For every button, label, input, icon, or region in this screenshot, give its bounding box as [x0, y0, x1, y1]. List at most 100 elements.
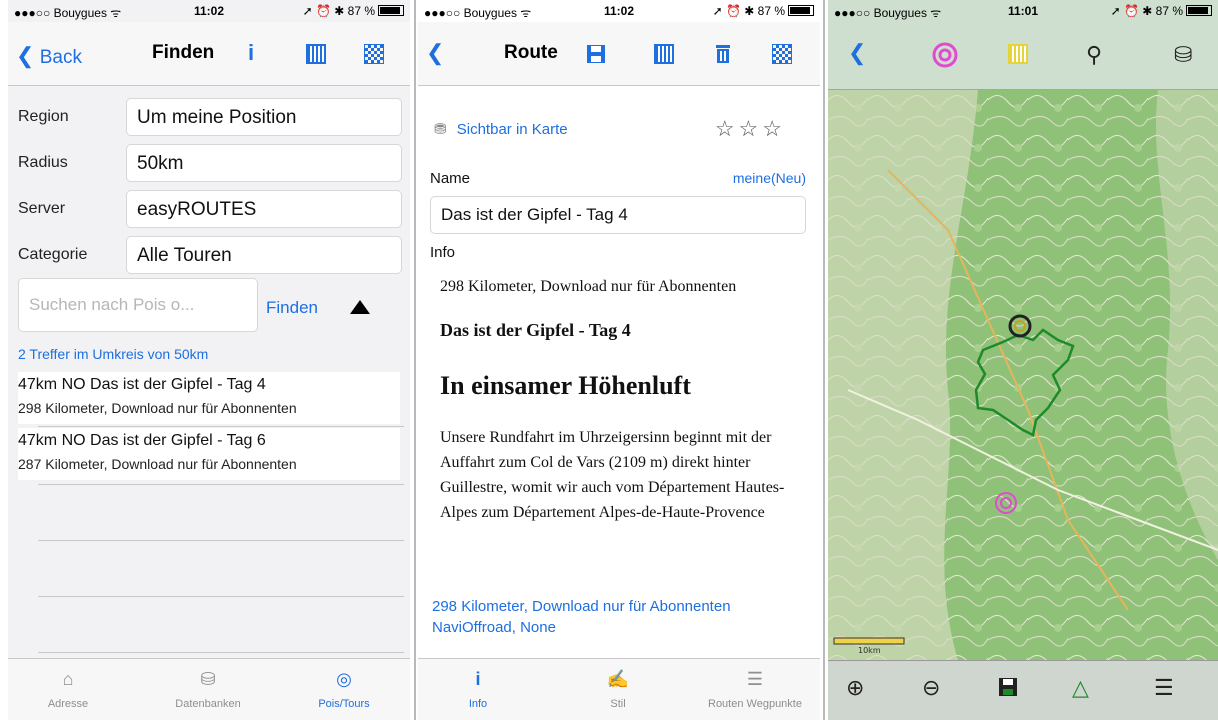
brush-icon: ✍ — [606, 669, 630, 689]
save-button[interactable] — [586, 44, 606, 70]
category-field[interactable]: Alle Touren — [126, 236, 402, 274]
panel-divider — [823, 0, 825, 720]
tab-pois-tours[interactable]: ◎ Pois/Tours — [284, 669, 404, 710]
info-heading: In einsamer Höhenluft — [440, 371, 691, 400]
list-item[interactable]: 47km NO Das ist der Gipfel - Tag 6 287 K… — [18, 428, 400, 480]
back-button[interactable]: ❮ Back — [16, 43, 82, 69]
category-label: Categorie — [18, 246, 88, 263]
tab-databases[interactable]: ⛁ Datenbanken — [148, 669, 268, 710]
radius-row: Radius 50km — [8, 140, 410, 186]
delete-button[interactable] — [714, 44, 732, 70]
divider — [38, 596, 404, 597]
panel-divider — [414, 0, 416, 720]
find-button[interactable]: Finden — [266, 298, 318, 318]
tab-info[interactable]: i Info — [418, 669, 538, 710]
qr-code-button[interactable] — [306, 44, 326, 70]
checker-flag-button[interactable] — [364, 44, 384, 70]
divider — [38, 426, 404, 427]
navigation-bar: ❮ Back Finden i — [8, 22, 410, 86]
chevron-left-icon[interactable]: ❮ — [848, 40, 866, 66]
status-indicators-text: ➚ ⏰ ✱ 87 % — [1110, 4, 1183, 18]
qr-code-button[interactable] — [1008, 44, 1028, 69]
tab-address-label: Adresse — [47, 698, 89, 710]
save-button[interactable] — [998, 677, 1018, 703]
scale-bar — [833, 637, 905, 645]
house-icon: ⌂ — [62, 669, 74, 689]
checker-flag-icon — [364, 44, 384, 64]
target-icon — [932, 42, 958, 68]
floppy-disk-icon — [999, 678, 1017, 696]
footer-line-2: NaviOffroad, None — [432, 619, 556, 636]
info-subheading: Das ist der Gipfel - Tag 4 — [440, 320, 631, 340]
map-bottom-toolbar: ⊕ ⊖ △ ☰ — [828, 660, 1218, 720]
info-icon[interactable]: i — [248, 40, 254, 66]
tab-bar: i Info ✍ Stil ☰ Routen Wegpunkte — [418, 658, 820, 720]
divider — [38, 484, 404, 485]
map-pin-icon: ◎ — [336, 669, 352, 689]
search-icon[interactable]: ⚲ — [1086, 42, 1102, 68]
result-title: 47km NO Das ist der Gipfel - Tag 4 — [18, 376, 266, 393]
name-field[interactable]: Das ist der Gipfel - Tag 4 — [430, 196, 806, 234]
name-label: Name — [430, 170, 471, 187]
battery-icon — [788, 5, 814, 16]
tab-style[interactable]: ✍ Stil — [558, 669, 678, 710]
radius-field[interactable]: 50km — [126, 144, 402, 182]
info-summary: 298 Kilometer, Download nur für Abonnent… — [440, 278, 737, 295]
region-field[interactable]: Um meine Position — [126, 98, 402, 136]
region-label: Region — [18, 108, 69, 125]
list-item[interactable]: 47km NO Das ist der Gipfel - Tag 4 298 K… — [18, 372, 400, 424]
carrier-label: ●●●○○ Bouygues ᯤ — [424, 6, 532, 20]
result-subtitle: 287 Kilometer, Download nur für Abonnent… — [18, 456, 297, 472]
qr-code-icon — [306, 44, 326, 64]
checker-flag-button[interactable] — [772, 44, 792, 70]
server-field[interactable]: easyROUTES — [126, 190, 402, 228]
status-indicators: ➚ ⏰ ✱ 87 % — [1111, 4, 1212, 18]
scale-label: 10km — [858, 646, 881, 655]
navigation-triangle-icon[interactable]: △ — [1072, 675, 1089, 701]
divider — [38, 652, 404, 653]
tab-waypoints-label: Routen Wegpunkte — [708, 698, 802, 710]
info-body: Unsere Rundfahrt im Uhrzeigersinn beginn… — [440, 429, 785, 521]
category-row: Categorie Alle Touren — [8, 232, 410, 278]
target-button[interactable] — [932, 42, 958, 73]
visible-on-map-toggle[interactable]: ⛃ Sichtbar in Karte — [434, 120, 568, 138]
status-indicators: ➚ ⏰ ✱ 87 % — [713, 4, 814, 18]
floppy-disk-icon — [587, 45, 605, 63]
page-title: Route — [504, 42, 558, 63]
battery-icon — [378, 5, 404, 16]
map-canvas: 10km — [828, 90, 1218, 660]
info-content[interactable]: 298 Kilometer, Download nur für Abonnent… — [440, 276, 798, 586]
clock: 11:02 — [193, 4, 225, 18]
tab-waypoints[interactable]: ☰ Routen Wegpunkte — [690, 669, 820, 710]
tab-bar: ⌂ Adresse ⛁ Datenbanken ◎ Pois/Tours — [8, 658, 410, 720]
database-icon: ⛁ — [200, 669, 216, 689]
visible-on-map-label: Sichtbar in Karte — [456, 121, 568, 138]
tab-address[interactable]: ⌂ Adresse — [8, 669, 128, 710]
carrier-label: ●●●○○ Bouygues ᯤ — [834, 6, 942, 20]
search-input[interactable]: Suchen nach Pois o... — [18, 278, 258, 332]
info-icon: i — [475, 669, 481, 689]
chevron-left-icon: ❮ — [16, 43, 35, 68]
chevron-left-icon[interactable]: ❮ — [426, 40, 444, 66]
carrier-label: ●●●○○ Bouygues ᯤ — [14, 6, 122, 20]
battery-icon — [1186, 5, 1212, 16]
rating-stars[interactable]: ☆☆☆ — [715, 116, 786, 142]
hit-count: 2 Treffer im Umkreis von 50km — [18, 346, 209, 362]
status-indicators-text: ➚ ⏰ ✱ 87 % — [302, 4, 375, 18]
map-view[interactable]: 10km — [828, 90, 1218, 660]
region-row: Region Um meine Position — [8, 94, 410, 140]
menu-lines-icon[interactable]: ☰ — [1154, 675, 1174, 701]
find-screen: ●●●○○ Bouygues ᯤ 11:02 ➚ ⏰ ✱ 87 % ❮ Back… — [8, 0, 410, 720]
zoom-in-icon[interactable]: ⊕ — [846, 675, 864, 701]
divider — [38, 540, 404, 541]
checker-flag-icon — [772, 44, 792, 64]
page-title: Finden — [152, 42, 215, 63]
database-icon[interactable]: ⛁ — [1174, 42, 1192, 68]
status-bar: ●●●○○ Bouygues ᯤ 11:02 ➚ ⏰ ✱ 87 % — [418, 0, 820, 22]
qr-code-button[interactable] — [654, 44, 674, 70]
clock: 11:01 — [1007, 4, 1039, 18]
back-button-label: Back — [39, 47, 82, 68]
name-source-link[interactable]: meine(Neu) — [733, 170, 806, 186]
collapse-triangle-icon[interactable] — [350, 300, 370, 314]
zoom-out-icon[interactable]: ⊖ — [922, 675, 940, 701]
